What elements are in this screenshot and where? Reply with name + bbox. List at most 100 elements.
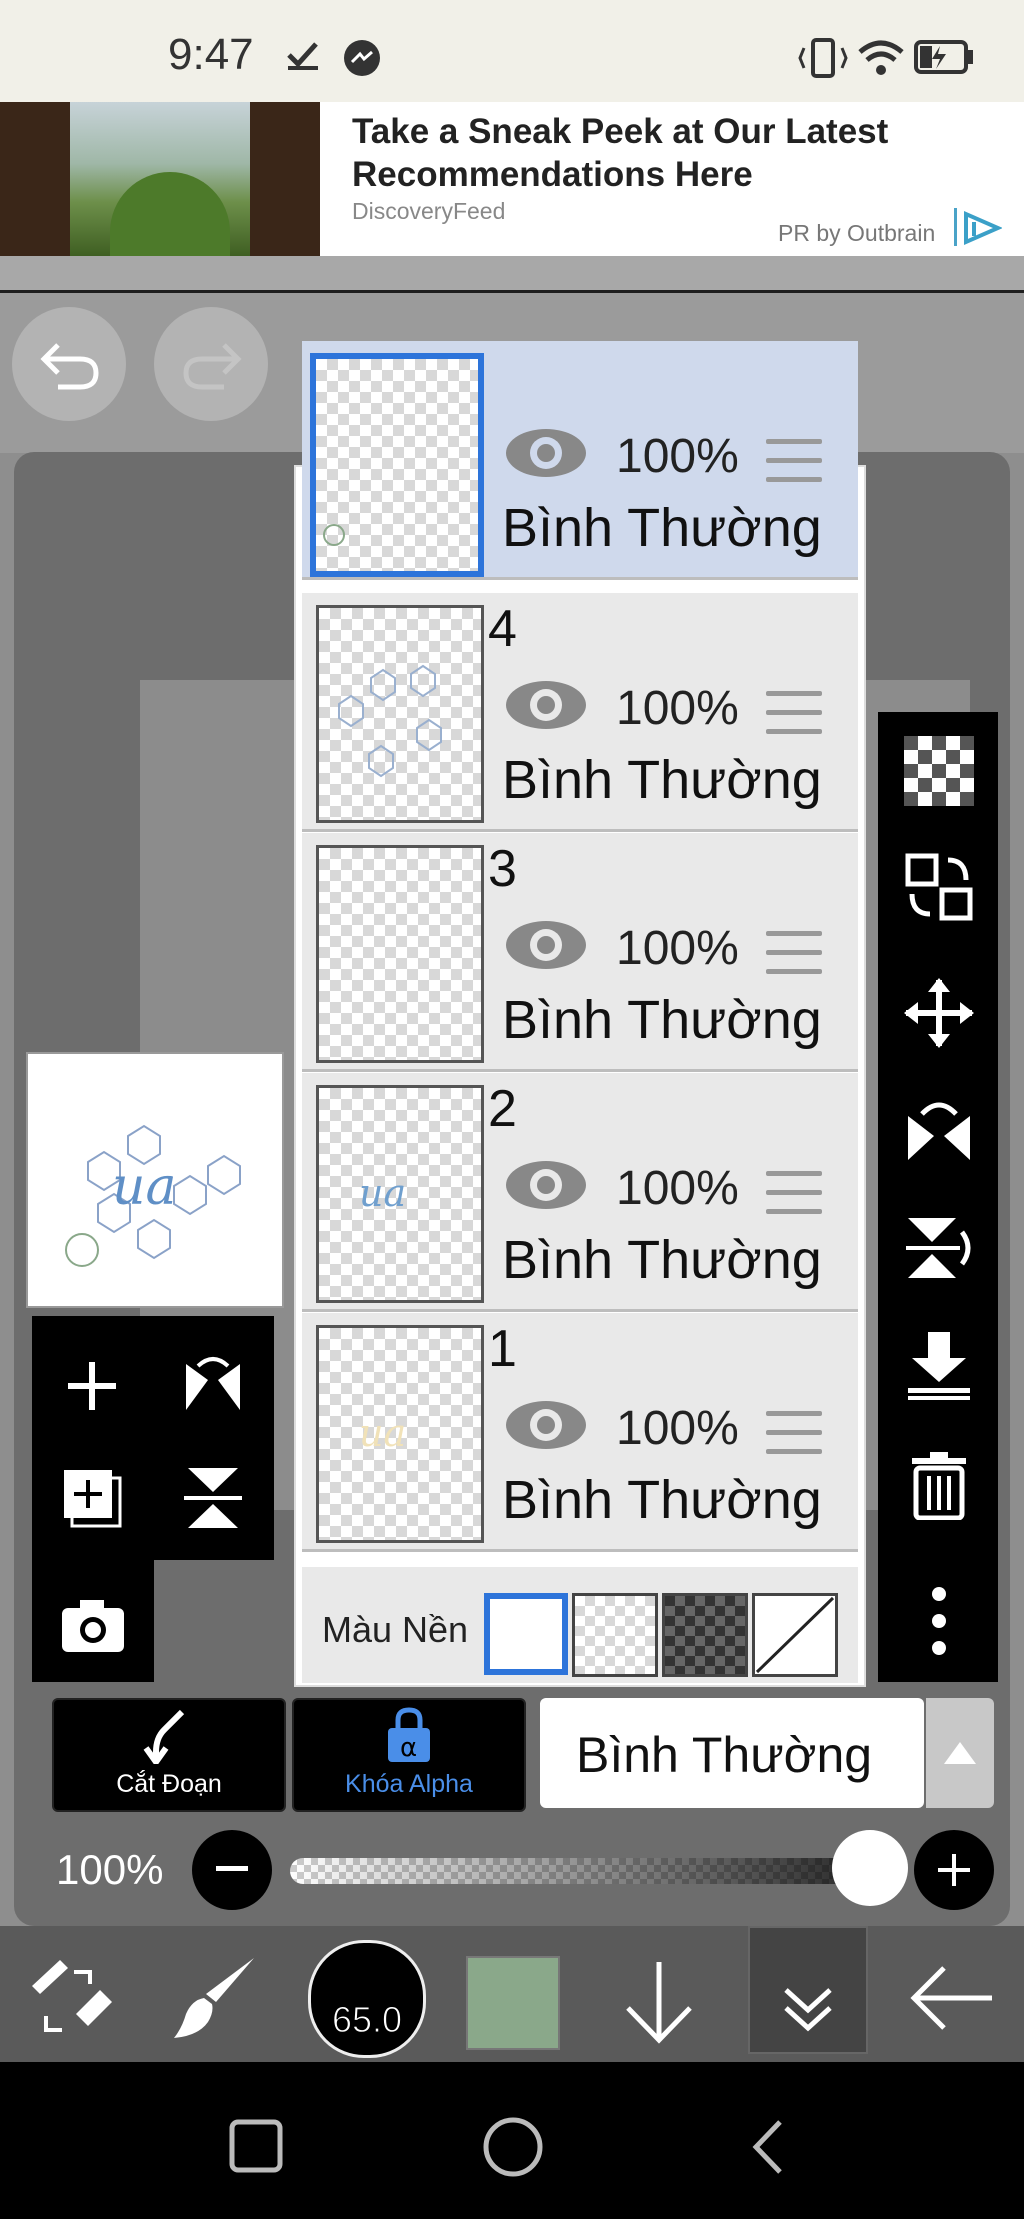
triangle-up-icon: [944, 1742, 976, 1764]
redo-button[interactable]: [154, 307, 268, 421]
home-icon[interactable]: [478, 2112, 548, 2182]
layer-drag-handle[interactable]: [766, 1411, 822, 1457]
layer-blend-mode: Bình Thường: [502, 750, 822, 810]
layer-thumbnail[interactable]: [316, 845, 484, 1063]
camera-icon[interactable]: [58, 1596, 128, 1656]
layer-item[interactable]: 100% Bình Thường: [302, 341, 858, 580]
layer-thumbnail[interactable]: ua: [316, 1085, 484, 1303]
opacity-decrease-button[interactable]: [192, 1830, 272, 1910]
visibility-eye-icon[interactable]: [504, 1157, 588, 1213]
battery-icon: [914, 40, 973, 74]
alpha-lock-label: Khóa Alpha: [345, 1770, 473, 1798]
delete-trash-icon[interactable]: [904, 1450, 974, 1520]
back-arrow-icon[interactable]: [906, 1958, 996, 2038]
svg-text:ua: ua: [359, 1171, 406, 1215]
visibility-eye-icon[interactable]: [504, 425, 588, 481]
brush-icon[interactable]: [168, 1954, 262, 2044]
layer-drag-handle[interactable]: [766, 691, 822, 737]
plus-icon: [938, 1854, 970, 1886]
layer-number: 1: [488, 1320, 517, 1378]
flip-horizontal-icon[interactable]: [904, 1096, 974, 1166]
opacity-slider-handle[interactable]: [832, 1830, 908, 1906]
messenger-icon: [344, 40, 380, 76]
background-color-row: Màu Nền: [302, 1567, 858, 1683]
ad-banner[interactable]: Take a Sneak Peek at Our Latest Recommen…: [0, 102, 1024, 256]
layer-opacity: 100%: [616, 430, 739, 483]
blend-mode-arrow[interactable]: [926, 1698, 994, 1808]
layer-blend-mode: Bình Thường: [502, 1230, 822, 1290]
flip-vertical-icon[interactable]: [904, 1212, 974, 1282]
ad-image[interactable]: [0, 102, 320, 256]
flip-layer-horizontal-icon[interactable]: [178, 1350, 248, 1420]
status-bar: 9:47: [0, 0, 1024, 102]
layer-item[interactable]: 3 100% Bình Thường: [302, 833, 858, 1072]
canvas-preview[interactable]: ua: [26, 1052, 284, 1308]
layer-drag-handle[interactable]: [766, 1171, 822, 1217]
layer-blend-mode: Bình Thường: [502, 990, 822, 1050]
layer-opacity: 100%: [616, 682, 739, 735]
alpha-lock-icon: α: [388, 1707, 430, 1763]
layer-number: 3: [488, 840, 517, 898]
visibility-eye-icon[interactable]: [504, 677, 588, 733]
ad-divider: [954, 208, 957, 246]
tool-switch-icon[interactable]: [26, 1956, 116, 2042]
layer-swap-icon[interactable]: [904, 852, 974, 922]
clipping-button[interactable]: Cắt Đoạn: [52, 1698, 286, 1812]
system-nav-bar: [0, 2062, 1024, 2219]
layer-thumbnail[interactable]: [310, 353, 484, 577]
transparency-checker-icon[interactable]: [904, 736, 974, 806]
layer-drag-handle[interactable]: [766, 931, 822, 977]
clipping-label: Cắt Đoạn: [116, 1770, 222, 1798]
alpha-lock-button[interactable]: α Khóa Alpha: [292, 1698, 526, 1812]
undo-icon: [40, 343, 99, 390]
blend-mode-select[interactable]: Bình Thường: [540, 1698, 924, 1808]
status-time: 9:47: [168, 30, 254, 79]
layers-list: 100% Bình Thường 4 100% Bình Thường 3 10…: [294, 341, 866, 1687]
blend-mode-value: Bình Thường: [576, 1727, 873, 1783]
bottom-toolbar: 65.0: [0, 1926, 1024, 2062]
check-notification-icon: [287, 42, 318, 70]
layer-drag-handle[interactable]: [766, 439, 822, 485]
svg-text:ua: ua: [112, 1157, 177, 1217]
background-white-option[interactable]: [484, 1593, 568, 1675]
add-layer-icon[interactable]: [62, 1356, 122, 1416]
move-icon[interactable]: [904, 978, 974, 1048]
background-dark-option[interactable]: [662, 1593, 748, 1677]
color-swatch[interactable]: [466, 1956, 560, 2050]
recent-apps-icon[interactable]: [226, 2116, 288, 2178]
redo-icon: [183, 343, 242, 390]
double-chevron-down-icon: [784, 1988, 832, 2032]
layer-number: 4: [488, 600, 517, 658]
layer-number: 2: [488, 1080, 517, 1138]
undo-button[interactable]: [12, 307, 126, 421]
ad-attribution[interactable]: PR by Outbrain: [778, 220, 935, 247]
ad-title[interactable]: Take a Sneak Peek at Our Latest Recommen…: [352, 110, 972, 196]
layer-opacity: 100%: [616, 1162, 739, 1215]
svg-text:ua: ua: [359, 1411, 406, 1455]
arrow-down-icon[interactable]: [614, 1956, 704, 2046]
back-icon[interactable]: [740, 2116, 800, 2178]
vibrate-icon: [798, 38, 848, 78]
layer-thumbnail[interactable]: ua: [316, 1325, 484, 1543]
minus-icon: [216, 1866, 248, 1871]
visibility-eye-icon[interactable]: [504, 917, 588, 973]
duplicate-layer-icon[interactable]: [60, 1466, 126, 1532]
layer-item[interactable]: ua 1 100% Bình Thường: [302, 1313, 858, 1552]
clipping-arrow-icon: [143, 1709, 185, 1764]
tools-gap: [154, 1560, 274, 1682]
layer-item[interactable]: 4 100% Bình Thường: [302, 593, 858, 832]
layer-item[interactable]: ua 2 100% Bình Thường: [302, 1073, 858, 1312]
opacity-slider[interactable]: [290, 1858, 870, 1884]
layer-thumbnail[interactable]: [316, 605, 484, 823]
merge-down-icon[interactable]: [904, 1330, 974, 1400]
more-options-icon[interactable]: [904, 1586, 974, 1656]
layers-panel-button[interactable]: [748, 1926, 868, 2054]
visibility-eye-icon[interactable]: [504, 1397, 588, 1453]
layer-opacity: 100%: [616, 922, 739, 975]
background-none-option[interactable]: [752, 1593, 838, 1677]
background-transparent-option[interactable]: [572, 1593, 658, 1677]
right-toolbar: [878, 712, 998, 1682]
flip-layer-vertical-icon[interactable]: [178, 1462, 248, 1534]
brush-size-button[interactable]: 65.0: [308, 1940, 426, 2058]
opacity-increase-button[interactable]: [914, 1830, 994, 1910]
